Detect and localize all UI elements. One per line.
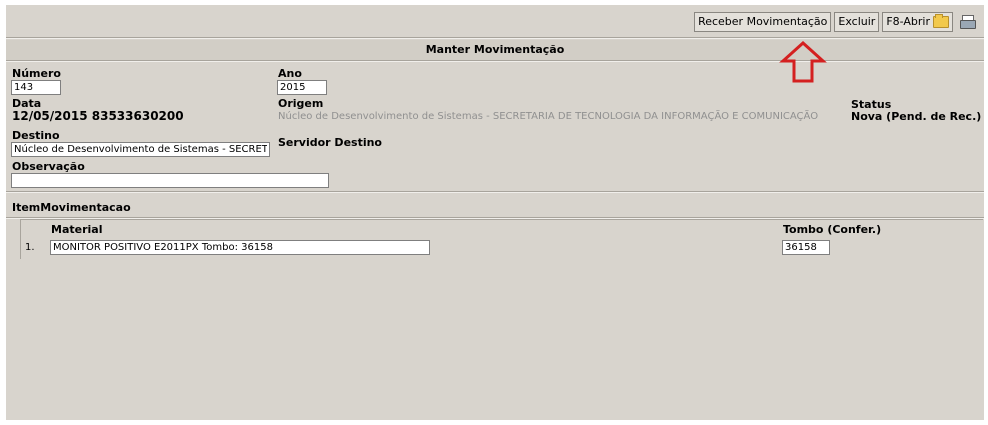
destino-field[interactable]	[11, 142, 270, 157]
form-title: Manter Movimentação	[6, 40, 984, 60]
ano-field[interactable]	[277, 80, 327, 95]
ano-label: Ano	[278, 67, 302, 80]
receber-movimentacao-button[interactable]: Receber Movimentação	[694, 12, 832, 32]
origem-value: Núcleo de Desenvolvimento de Sistemas - …	[278, 111, 819, 122]
red-up-arrow-icon	[779, 41, 827, 83]
items-title: ItemMovimentacao	[12, 201, 131, 214]
observacao-label: Observação	[12, 160, 85, 173]
tombo-field[interactable]	[782, 240, 830, 255]
excluir-button[interactable]: Excluir	[834, 12, 880, 32]
print-icon[interactable]	[960, 15, 976, 29]
items-table: Material Tombo (Confer.) 1.	[20, 219, 983, 259]
origem-label: Origem	[278, 97, 324, 110]
main-panel: Receber Movimentação Excluir F8-Abrir Ma…	[6, 5, 984, 420]
numero-field[interactable]	[11, 80, 61, 95]
f8-abrir-label: F8-Abrir	[886, 15, 930, 28]
servidor-destino-label: Servidor Destino	[278, 136, 382, 149]
divider	[6, 191, 984, 193]
data-value: 12/05/2015 83533630200	[12, 109, 184, 123]
destino-label: Destino	[12, 129, 60, 142]
folder-icon	[933, 14, 949, 28]
f8-abrir-button[interactable]: F8-Abrir	[882, 12, 953, 32]
observacao-field[interactable]	[11, 173, 329, 188]
row-index: 1.	[25, 242, 35, 253]
col-tombo-header: Tombo (Confer.)	[783, 223, 882, 236]
divider	[6, 37, 984, 39]
toolbar: Receber Movimentação Excluir F8-Abrir	[694, 11, 976, 33]
status-value: Nova (Pend. de Rec.)	[851, 110, 982, 123]
material-field[interactable]	[50, 240, 430, 255]
numero-label: Número	[12, 67, 61, 80]
divider	[6, 60, 984, 62]
col-material-header: Material	[51, 223, 103, 236]
